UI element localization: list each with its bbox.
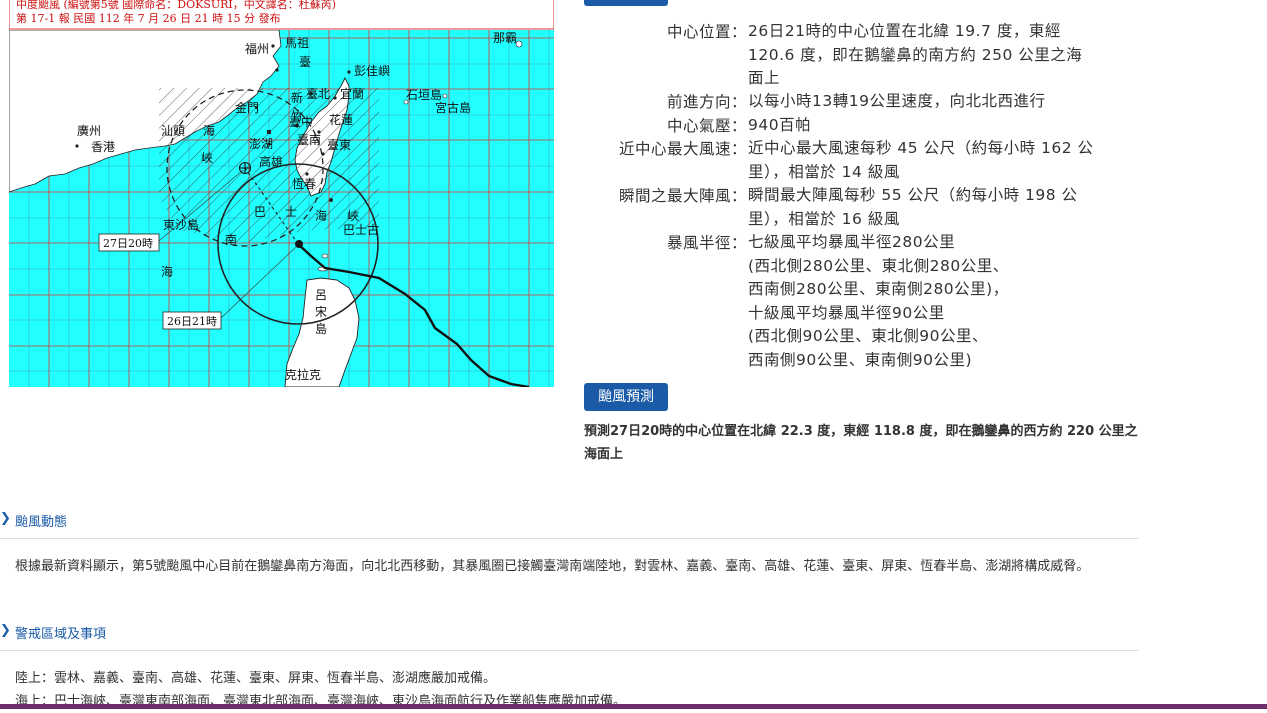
- info-key: 瞬間之最大陣風：: [618, 187, 747, 205]
- typhoon-map: 福州 馬祖 臺 彭佳嶼 那霸 臺北 宜蘭 石垣島 宮古島 金門 新 竹 臺中 花…: [9, 0, 554, 387]
- section-header-warning-areas[interactable]: ❯ 警戒區域及事項: [0, 623, 200, 642]
- info-value: 以每小時13轉19公里速度，向北北西進行: [748, 92, 1046, 110]
- label-yilan: 宜蘭: [340, 86, 364, 101]
- label-dao: 島: [315, 321, 327, 336]
- section-divider: [0, 538, 1139, 539]
- callout-26-text: 26日21時: [167, 315, 217, 328]
- label-xin: 新: [291, 90, 303, 105]
- label-taidong: 臺東: [327, 137, 351, 152]
- info-key: 中心氣壓：: [666, 117, 747, 135]
- batanes-island: [321, 253, 329, 259]
- label-xia2: 峽: [347, 209, 359, 223]
- map-header-line1: 中度颱風 (編號第5號 國際命名：DOKSURI，中文譯名：杜蘇芮): [16, 0, 336, 11]
- typhoon-forecast-tab[interactable]: 颱風預測: [584, 383, 668, 411]
- label-xianggang: 香港: [91, 140, 115, 154]
- info-value: 26日21時的中心位置在北緯 19.7 度，東經 120.6 度，即在鵝鑾鼻的南…: [748, 22, 1083, 87]
- label-fuzhou: 福州: [245, 41, 269, 56]
- callout-27: 27日20時: [98, 233, 160, 252]
- info-value: 近中心最大風速每秒 45 公尺（約每小時 162 公 里），相當於 14 級風: [748, 139, 1094, 181]
- forecast-text: 預測27日20時的中心位置在北緯 22.3 度，東經 118.8 度，即在鵝鑾鼻…: [584, 424, 1138, 462]
- bottom-scroll-bar: [0, 704, 1267, 709]
- label-mazu: 馬祖: [285, 35, 309, 50]
- label-bashi: 巴士古: [343, 222, 379, 237]
- label-dongsha: 東沙島: [163, 217, 199, 232]
- label-ishigaki: 石垣島: [406, 87, 442, 102]
- pengjiayu-island: [347, 70, 351, 74]
- label-kelake: 克拉克: [285, 367, 321, 382]
- label-hai: 海: [203, 123, 215, 138]
- label-penghu: 澎湖: [249, 136, 273, 151]
- section-body-typhoon-dynamics: 根據最新資料顯示，第5號颱風中心目前在鵝鑾鼻南方海面，向北北西移動，其暴風圈已接…: [15, 559, 1090, 574]
- current-status-tab[interactable]: [584, 0, 668, 6]
- section-divider: [0, 650, 1139, 651]
- label-song: 宋: [315, 304, 327, 319]
- map-header-line2: 第 17-1 報 民國 112 年 7 月 26 日 21 時 15 分 發布: [16, 11, 281, 25]
- label-taibei: 臺北: [306, 86, 330, 101]
- label-taizhong: 臺中: [289, 114, 313, 129]
- section-title: 警戒區域及事項: [15, 627, 107, 642]
- section-title: 颱風動態: [15, 515, 68, 530]
- info-key: 暴風半徑：: [666, 234, 747, 252]
- chevron-right-icon: ❯: [0, 623, 11, 638]
- info-value: 940百帕: [748, 116, 812, 134]
- label-hualian: 花蓮: [329, 112, 353, 127]
- label-shi: 士: [285, 205, 297, 219]
- info-key: 中心位置：: [666, 23, 747, 41]
- label-guangzhou: 廣州: [77, 124, 101, 138]
- label-hai2: 海: [315, 208, 327, 223]
- label-xia: 峽: [201, 151, 213, 165]
- label-ba: 巴: [254, 205, 266, 219]
- miyako-island: [442, 93, 448, 99]
- label-nan: 南: [225, 232, 237, 247]
- info-key: 前進方向：: [666, 93, 747, 111]
- info-value: 七級風平均暴風半徑280公里 (西北側280公里、東北側280公里、 西南側28…: [748, 233, 1009, 369]
- callout-27-text: 27日20時: [103, 237, 153, 250]
- callout-26: 26日21時: [162, 311, 222, 330]
- label-naba: 那霸: [493, 31, 517, 45]
- label-miyako: 宮古島: [435, 100, 471, 115]
- info-value: 瞬間最大陣風每秒 55 公尺（約每小時 198 公 里），相當於 16 級風: [748, 186, 1078, 228]
- label-shantou: 汕頭: [161, 124, 185, 138]
- chevron-right-icon: ❯: [0, 511, 11, 526]
- label-gaoxiong: 高雄: [259, 154, 283, 169]
- label-pengjiayu: 彭佳嶼: [354, 64, 390, 78]
- label-hengchun: 恆春: [292, 177, 316, 191]
- label-tai: 臺: [299, 54, 311, 69]
- section-header-typhoon-dynamics[interactable]: ❯ 颱風動態: [0, 511, 200, 530]
- label-tainan: 臺南: [297, 132, 321, 147]
- info-key: 近中心最大風速：: [618, 140, 747, 158]
- label-jinmen: 金門: [235, 100, 259, 115]
- label-hai3: 海: [161, 264, 173, 279]
- label-lu: 呂: [315, 288, 327, 302]
